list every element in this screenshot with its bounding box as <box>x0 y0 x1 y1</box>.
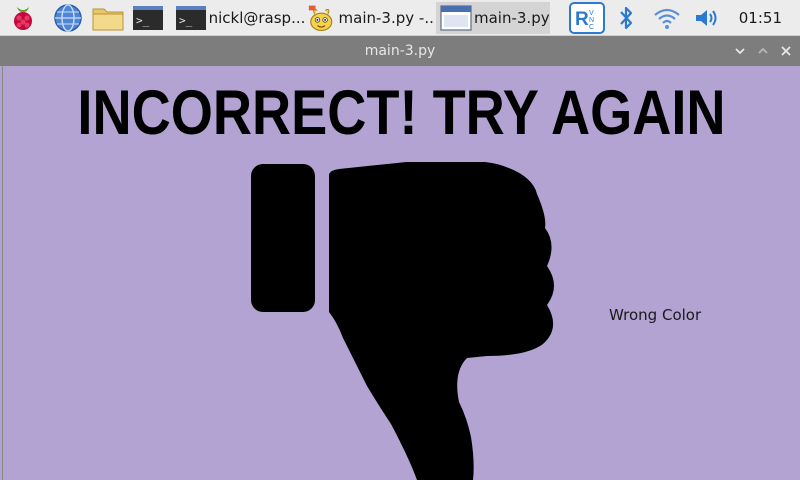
taskbar: >_ >_ nickl@rasp... main-3.py -... main-… <box>0 0 800 36</box>
thumbs-down-icon <box>251 162 554 480</box>
task-label: main-3.py <box>474 9 550 27</box>
terminal-launcher-icon[interactable]: >_ <box>130 2 166 34</box>
close-icon <box>781 46 791 56</box>
status-message: Wrong Color <box>609 306 702 324</box>
minimize-button[interactable] <box>732 43 748 59</box>
raspberry-menu-icon[interactable] <box>6 2 40 34</box>
svg-text:N: N <box>589 17 594 24</box>
volume-icon[interactable] <box>690 2 724 34</box>
clock[interactable]: 01:51 <box>739 0 782 36</box>
task-button-terminal[interactable]: >_ nickl@rasp... <box>176 2 304 34</box>
window-title: main-3.py <box>364 43 436 59</box>
svg-text:C: C <box>589 24 594 31</box>
task-label: main-3.py -... <box>338 9 434 27</box>
task-label: nickl@rasp... <box>208 9 304 27</box>
chevron-down-icon <box>735 48 745 55</box>
svg-text:R: R <box>575 9 589 30</box>
task-button-main-3[interactable]: main-3.py <box>436 2 550 34</box>
bluetooth-icon[interactable] <box>612 2 640 34</box>
maximize-button[interactable] <box>755 43 771 59</box>
window-icon <box>440 5 472 31</box>
web-browser-icon[interactable] <box>50 2 86 34</box>
thonny-icon <box>308 5 333 31</box>
wifi-icon[interactable] <box>650 2 684 34</box>
close-button[interactable] <box>778 43 794 59</box>
app-canvas: INCORRECT! TRY AGAIN Wrong Color <box>2 66 800 480</box>
terminal-icon: >_ <box>176 6 206 30</box>
chevron-up-icon <box>758 47 768 54</box>
vnc-icon[interactable]: R V N C <box>568 2 606 34</box>
window-title-bar[interactable]: main-3.py <box>0 36 800 66</box>
task-button-thonny[interactable]: main-3.py -... <box>306 2 434 34</box>
result-headline: INCORRECT! TRY AGAIN <box>77 78 726 148</box>
svg-text:V: V <box>589 10 594 17</box>
file-manager-icon[interactable] <box>90 2 126 34</box>
